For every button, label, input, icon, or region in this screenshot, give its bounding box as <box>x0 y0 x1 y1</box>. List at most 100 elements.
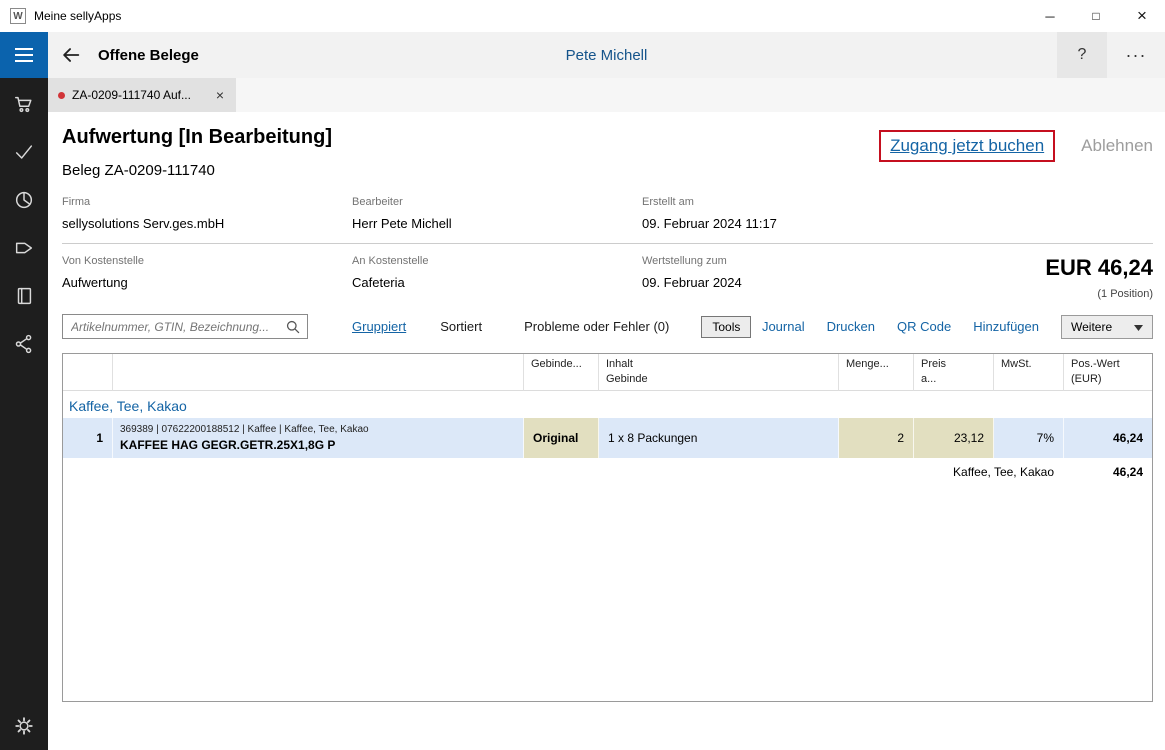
journal-link[interactable]: Journal <box>762 319 805 334</box>
cart-icon <box>15 96 32 113</box>
tab-close-icon[interactable]: × <box>214 87 226 103</box>
app-icon: W <box>10 8 26 24</box>
field-label: An Kostenstelle <box>352 255 429 267</box>
qr-code-link[interactable]: QR Code <box>897 319 951 334</box>
sidebar <box>0 32 48 750</box>
field-erstellt-am: Erstellt am 09. Februar 2024 11:17 <box>642 196 1153 231</box>
tools-button[interactable]: Tools <box>701 315 752 338</box>
grouped-toggle[interactable]: Gruppiert <box>352 319 406 334</box>
more-options-button[interactable]: ··· <box>1107 32 1165 78</box>
sidebar-item-tasks[interactable] <box>12 141 36 163</box>
position-number: 1 <box>63 417 113 458</box>
close-button[interactable]: × <box>1119 0 1165 32</box>
document-number: Beleg ZA-0209-111740 <box>62 162 215 179</box>
preis-cell[interactable]: 23,12 <box>914 417 994 458</box>
more-actions-dropdown[interactable]: Weitere <box>1061 314 1153 339</box>
positions-table: Gebinde... Inhalt Gebinde Menge... Preis a… <box>62 353 1153 702</box>
header-gebinde[interactable]: Gebinde... <box>524 354 599 391</box>
gebinde-cell[interactable]: Original <box>524 417 599 458</box>
field-value: Cafeteria <box>352 275 405 290</box>
tab-label: ZA-0209-111740 Auf... <box>72 88 191 102</box>
search-input[interactable] <box>71 319 285 334</box>
header-preis[interactable]: Preis a... <box>914 354 994 391</box>
tab-document[interactable]: ZA-0209-111740 Auf... × <box>48 78 236 112</box>
header-inhalt-gebinde[interactable]: Inhalt Gebinde <box>599 354 839 391</box>
positions-toolbar: Gruppiert Sortiert Probleme oder Fehler … <box>62 314 1153 339</box>
field-row-2: Von Kostenstelle Aufwertung An Kostenste… <box>62 255 1153 300</box>
article-cell: 369389 | 07622200188512 | Kaffee | Kaffe… <box>113 417 524 458</box>
search-icon[interactable] <box>285 319 301 335</box>
pie-chart-icon <box>15 191 33 209</box>
sidebar-item-journal[interactable] <box>12 285 36 307</box>
sidebar-item-cart[interactable] <box>12 93 36 115</box>
app-header: Offene Belege Pete Michell ? ··· <box>48 32 1165 78</box>
table-row[interactable]: 1 369389 | 07622200188512 | Kaffee | Kaf… <box>63 417 1152 458</box>
maximize-button[interactable]: □ <box>1073 0 1119 32</box>
help-button[interactable]: ? <box>1057 32 1107 78</box>
field-value: Herr Pete Michell <box>352 216 452 231</box>
hamburger-icon <box>15 48 33 50</box>
sidebar-item-share[interactable] <box>12 333 36 355</box>
book-now-link[interactable]: Zugang jetzt buchen <box>890 136 1044 155</box>
print-link[interactable]: Drucken <box>827 319 875 334</box>
total-positions: (1 Position) <box>1097 288 1153 300</box>
document-title: Aufwertung [In Bearbeitung] <box>62 126 332 148</box>
window-title: Meine sellyApps <box>34 9 122 23</box>
sidebar-nav <box>0 78 48 750</box>
field-firma: Firma sellysolutions Serv.ges.mbH <box>62 196 352 231</box>
article-meta: 369389 | 07622200188512 | Kaffee | Kaffe… <box>120 423 369 435</box>
mwst-cell: 7% <box>994 417 1064 458</box>
sidebar-item-reports[interactable] <box>12 189 36 211</box>
field-an-kostenstelle: An Kostenstelle Cafeteria <box>352 255 642 290</box>
pos-wert-cell: 46,24 <box>1112 430 1143 445</box>
document-actions: Zugang jetzt buchen Ablehnen <box>879 130 1153 162</box>
inhalt-gebinde-cell: 1 x 8 Packungen <box>599 417 839 458</box>
document-total: EUR 46,24 (1 Position) <box>1045 255 1153 300</box>
tag-icon <box>15 242 33 254</box>
article-name: KAFFEE HAG GEGR.GETR.25X1,8G P <box>120 437 336 452</box>
field-value: 09. Februar 2024 11:17 <box>642 216 777 231</box>
window-titlebar: W Meine sellyApps ─ □ × <box>0 0 1165 32</box>
page-title: Offene Belege <box>98 46 199 64</box>
header-pos <box>63 354 113 391</box>
toolbar-links: Journal Drucken QR Code Hinzufügen Weite… <box>762 314 1153 339</box>
field-label: Von Kostenstelle <box>62 255 144 267</box>
more-actions-label: Weitere <box>1071 319 1113 334</box>
group-summary-row: Kaffee, Tee, Kakao 46,24 <box>63 458 1152 486</box>
chevron-down-icon <box>1134 320 1143 334</box>
sidebar-item-settings[interactable] <box>12 715 36 737</box>
document-header: Aufwertung [In Bearbeitung] Beleg ZA-020… <box>62 126 1153 179</box>
current-user[interactable]: Pete Michell <box>566 47 648 64</box>
header-menge[interactable]: Menge... <box>839 354 914 391</box>
journal-icon <box>17 287 32 305</box>
document-fields: Firma sellysolutions Serv.ges.mbH Bearbe… <box>62 196 1153 300</box>
hamburger-menu-button[interactable] <box>0 32 48 78</box>
menge-cell[interactable]: 2 <box>839 417 914 458</box>
back-arrow-icon <box>63 48 80 62</box>
field-label: Firma <box>62 196 91 208</box>
field-value: Aufwertung <box>62 275 128 290</box>
add-link[interactable]: Hinzufügen <box>973 319 1039 334</box>
header-pos-wert[interactable]: Pos.-Wert (EUR) <box>1064 354 1152 391</box>
header-mwst[interactable]: MwSt. <box>994 354 1064 391</box>
back-button[interactable] <box>48 32 94 78</box>
main-panel: Offene Belege Pete Michell ? ··· ZA-0209… <box>48 32 1165 750</box>
search-box <box>62 314 308 339</box>
minimize-button[interactable]: ─ <box>1027 0 1073 32</box>
header-article <box>113 354 524 391</box>
summary-value: 46,24 <box>1112 464 1143 479</box>
table-header-row: Gebinde... Inhalt Gebinde Menge... Preis a… <box>63 354 1152 391</box>
field-bearbeiter: Bearbeiter Herr Pete Michell <box>352 196 642 231</box>
sidebar-item-articles[interactable] <box>12 237 36 259</box>
problems-filter[interactable]: Probleme oder Fehler (0) <box>524 319 669 334</box>
sorted-toggle[interactable]: Sortiert <box>440 319 482 334</box>
field-value: sellysolutions Serv.ges.mbH <box>62 216 225 231</box>
field-von-kostenstelle: Von Kostenstelle Aufwertung <box>62 255 352 290</box>
field-label: Erstellt am <box>642 196 694 208</box>
tab-bar: ZA-0209-111740 Auf... × <box>48 78 1165 112</box>
divider <box>62 243 1153 244</box>
document-view: Aufwertung [In Bearbeitung] Beleg ZA-020… <box>48 112 1165 750</box>
group-header[interactable]: Kaffee, Tee, Kakao <box>63 391 1152 418</box>
summary-group-label: Kaffee, Tee, Kakao <box>953 464 1054 479</box>
reject-link[interactable]: Ablehnen <box>1081 136 1153 156</box>
